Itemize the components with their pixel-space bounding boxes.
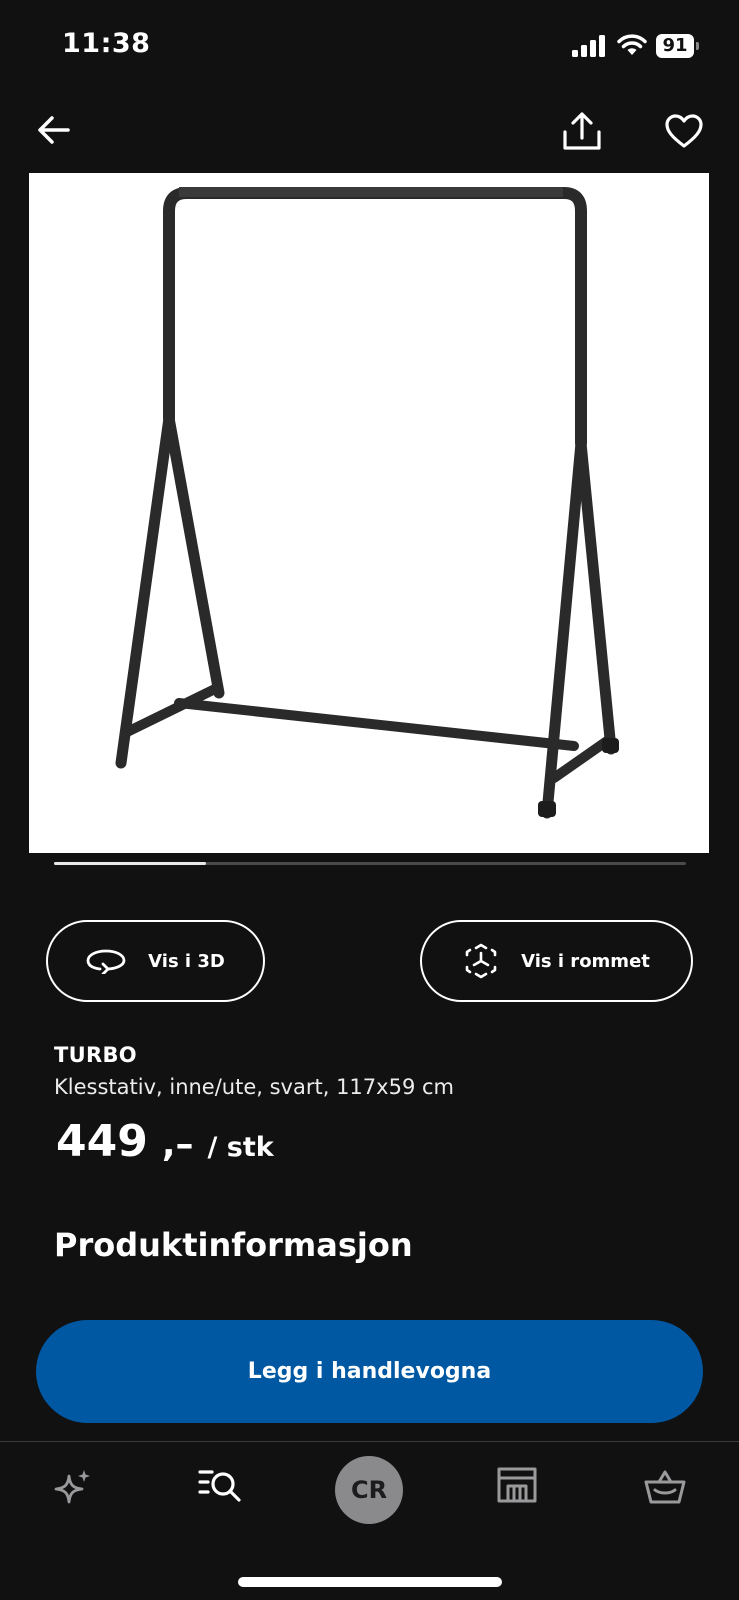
price-unit: / stk (207, 1132, 274, 1163)
tab-cart[interactable] (644, 1468, 686, 1506)
ar-cube-icon (465, 943, 497, 979)
tab-profile-avatar[interactable]: CR (335, 1456, 403, 1524)
product-information-heading[interactable]: Produktinformasjon (54, 1226, 413, 1264)
add-to-cart-button[interactable]: Legg i handlevogna (36, 1320, 703, 1423)
tab-stores[interactable] (496, 1466, 538, 1504)
search-list-icon (198, 1470, 241, 1502)
arrow-left-icon (38, 116, 70, 144)
price: 449 ,– / stk (56, 1116, 274, 1167)
favorite-button[interactable] (664, 112, 704, 152)
shopping-basket-icon (644, 1470, 686, 1504)
share-icon (563, 112, 601, 150)
tabbar-divider (0, 1441, 739, 1442)
tab-search[interactable] (198, 1466, 244, 1506)
battery-level: 91 (656, 34, 694, 58)
view-3d-label: Vis i 3D (148, 950, 225, 972)
tab-inspiration[interactable] (52, 1467, 94, 1509)
product-name: TURBO (54, 1043, 137, 1067)
home-indicator (238, 1577, 502, 1587)
view-3d-button[interactable]: Vis i 3D (46, 920, 265, 1002)
share-button[interactable] (560, 110, 604, 154)
product-description: Klesstativ, inne/ute, svart, 117x59 cm (54, 1075, 454, 1099)
clothes-rack-illustration (115, 187, 619, 819)
view-in-room-button[interactable]: Vis i rommet (420, 920, 693, 1002)
cellular-signal-icon (572, 35, 605, 57)
heart-icon (665, 114, 703, 148)
status-time: 11:38 (62, 28, 151, 59)
wifi-icon (617, 34, 647, 55)
rotate-3d-icon (86, 949, 126, 974)
battery-icon: 91 (656, 34, 700, 58)
price-amount: 449 (56, 1116, 148, 1167)
sparkle-icon (54, 1470, 90, 1504)
product-image[interactable] (29, 173, 709, 853)
view-in-room-label: Vis i rommet (521, 950, 650, 972)
image-carousel-indicator (54, 862, 686, 865)
carousel-progress (54, 862, 206, 865)
store-icon (497, 1467, 537, 1503)
back-button[interactable] (34, 110, 74, 150)
price-suffix: ,– (161, 1124, 194, 1165)
